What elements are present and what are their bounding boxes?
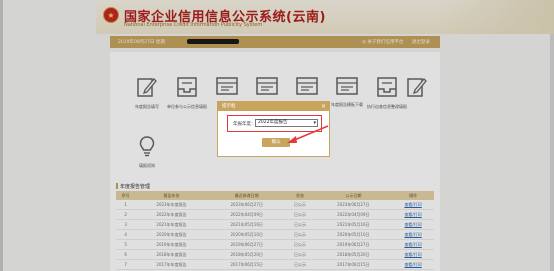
dialog-header: 提示框 × [218,102,329,111]
year-label: 年报年度： [233,122,256,127]
dialog-title: 提示框 [222,104,236,109]
annotation-arrow-icon [287,125,329,143]
close-icon[interactable]: × [321,102,326,111]
